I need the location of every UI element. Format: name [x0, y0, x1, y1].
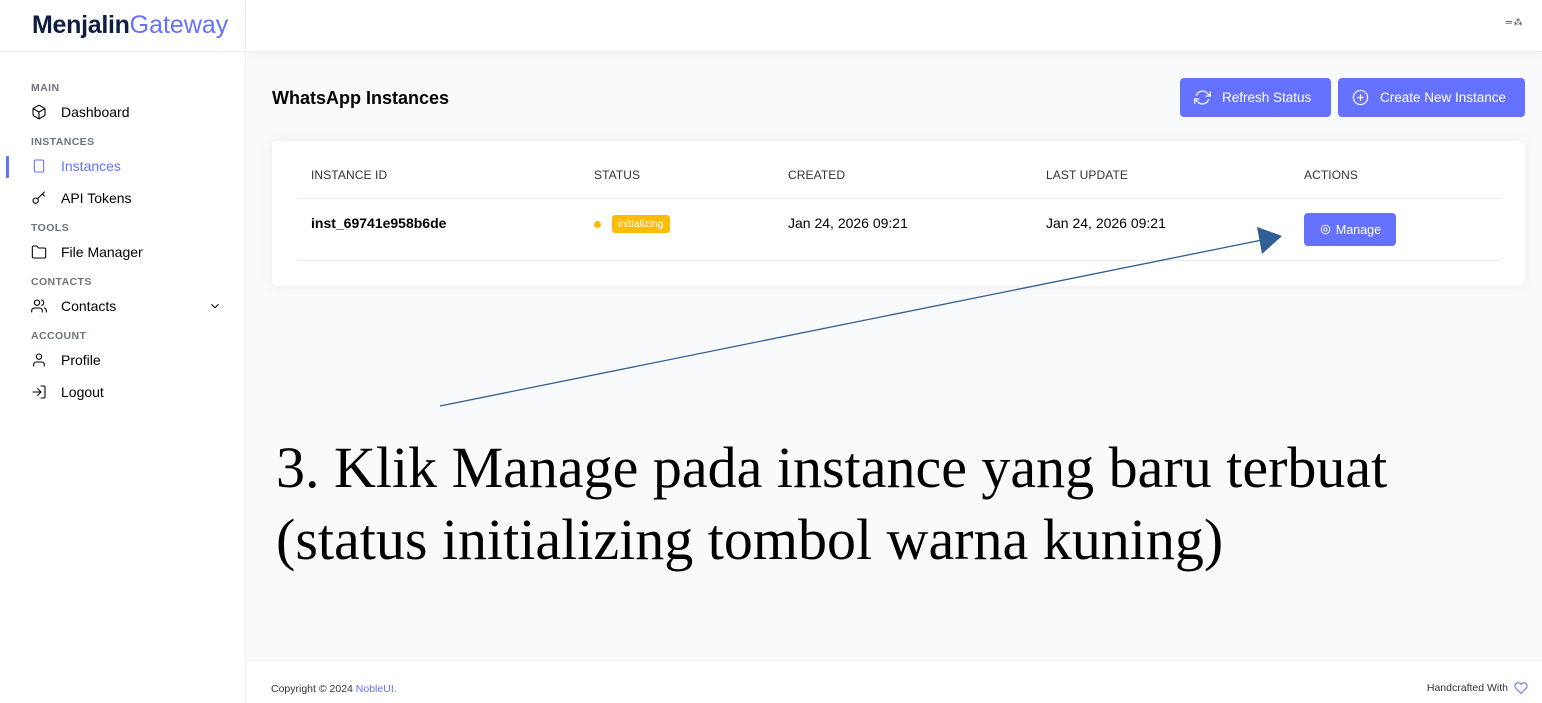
sidebar-item-instances[interactable]: Instances [0, 150, 245, 182]
sidebar-item-file-manager[interactable]: File Manager [0, 236, 245, 268]
nav-category-main: MAIN [31, 82, 60, 94]
sidebar-item-label: Instances [61, 158, 121, 174]
refresh-status-label: Refresh Status [1222, 90, 1312, 105]
refresh-icon [1194, 90, 1211, 105]
table-header-divider [297, 198, 1501, 199]
users-icon [31, 298, 47, 314]
box-icon [31, 104, 47, 120]
sidebar-item-label: API Tokens [61, 190, 132, 206]
sidebar-item-profile[interactable]: Profile [0, 344, 245, 376]
footer: Copyright © 2024 NobleUI. Handcrafted Wi… [246, 660, 1542, 703]
sidebar-item-contacts[interactable]: Contacts [0, 290, 245, 322]
sidebar-item-label: Dashboard [61, 104, 130, 120]
language-flag-icon[interactable]: ═ ⁂ [1506, 17, 1523, 28]
brand-name-primary: Menjalin [32, 11, 130, 39]
created-cell: Jan 24, 2026 09:21 [788, 215, 908, 231]
nav-category-account: ACCOUNT [31, 330, 87, 342]
sidebar-item-label: Profile [61, 352, 101, 368]
manage-button[interactable]: Manage [1304, 213, 1396, 246]
sidebar-nav: MAIN Dashboard INSTANCES Instances API T… [0, 52, 245, 408]
sidebar-item-dashboard[interactable]: Dashboard [0, 96, 245, 128]
user-icon [31, 352, 47, 368]
nav-category-instances: INSTANCES [31, 136, 95, 148]
status-badge: initializing [612, 215, 670, 233]
tablet-icon [31, 158, 47, 174]
create-instance-label: Create New Instance [1380, 90, 1507, 105]
sidebar-item-logout[interactable]: Logout [0, 376, 245, 408]
table-row-divider [297, 260, 1501, 261]
top-navbar: ═ ⁂ [246, 0, 1542, 52]
nav-category-tools: TOOLS [31, 222, 69, 234]
annotation-line-2: (status initializing tombol warna kuning… [276, 507, 1224, 572]
column-header-instance-id: INSTANCE ID [311, 168, 388, 182]
instance-id-cell: inst_69741e958b6de [311, 215, 447, 231]
column-header-last-update: LAST UPDATE [1046, 168, 1129, 182]
brand-logo[interactable]: Menjalin Gateway [0, 0, 245, 52]
chevron-down-icon[interactable] [208, 299, 222, 313]
footer-copyright: Copyright © 2024 NobleUI. [271, 683, 397, 695]
copyright-text: Copyright © 2024 [271, 683, 356, 695]
page-title: WhatsApp Instances [272, 88, 450, 108]
column-header-actions: ACTIONS [1304, 168, 1359, 182]
log-in-icon [31, 384, 47, 400]
annotation-caption: 3. Klik Manage pada instance yang baru t… [276, 432, 1536, 576]
sidebar-item-api-tokens[interactable]: API Tokens [0, 182, 245, 214]
manage-label: Manage [1335, 222, 1382, 237]
nobleui-link[interactable]: NobleUI. [356, 683, 397, 695]
handcrafted-text: Handcrafted With [1426, 682, 1508, 694]
plus-circle-icon [1352, 89, 1369, 106]
create-instance-button[interactable]: Create New Instance [1338, 78, 1525, 117]
heart-icon [1514, 682, 1528, 695]
sidebar: Menjalin Gateway MAIN Dashboard INSTANCES… [0, 0, 246, 703]
status-dot-icon [594, 221, 601, 228]
last-update-cell: Jan 24, 2026 09:21 [1046, 215, 1166, 231]
sidebar-item-label: Contacts [61, 298, 117, 314]
annotation-line-1: 3. Klik Manage pada instance yang baru t… [276, 435, 1388, 500]
sidebar-item-label: File Manager [61, 244, 143, 260]
settings-icon [1320, 224, 1331, 235]
refresh-status-button[interactable]: Refresh Status [1180, 78, 1331, 117]
key-icon [31, 190, 47, 206]
column-header-created: CREATED [788, 168, 846, 182]
footer-handcrafted: Handcrafted With [1427, 681, 1528, 695]
column-header-status: STATUS [594, 168, 641, 182]
brand-name-secondary: Gateway [129, 11, 229, 39]
nav-category-contacts: CONTACTS [31, 276, 92, 288]
sidebar-item-label: Logout [61, 384, 104, 400]
folder-icon [31, 244, 47, 260]
